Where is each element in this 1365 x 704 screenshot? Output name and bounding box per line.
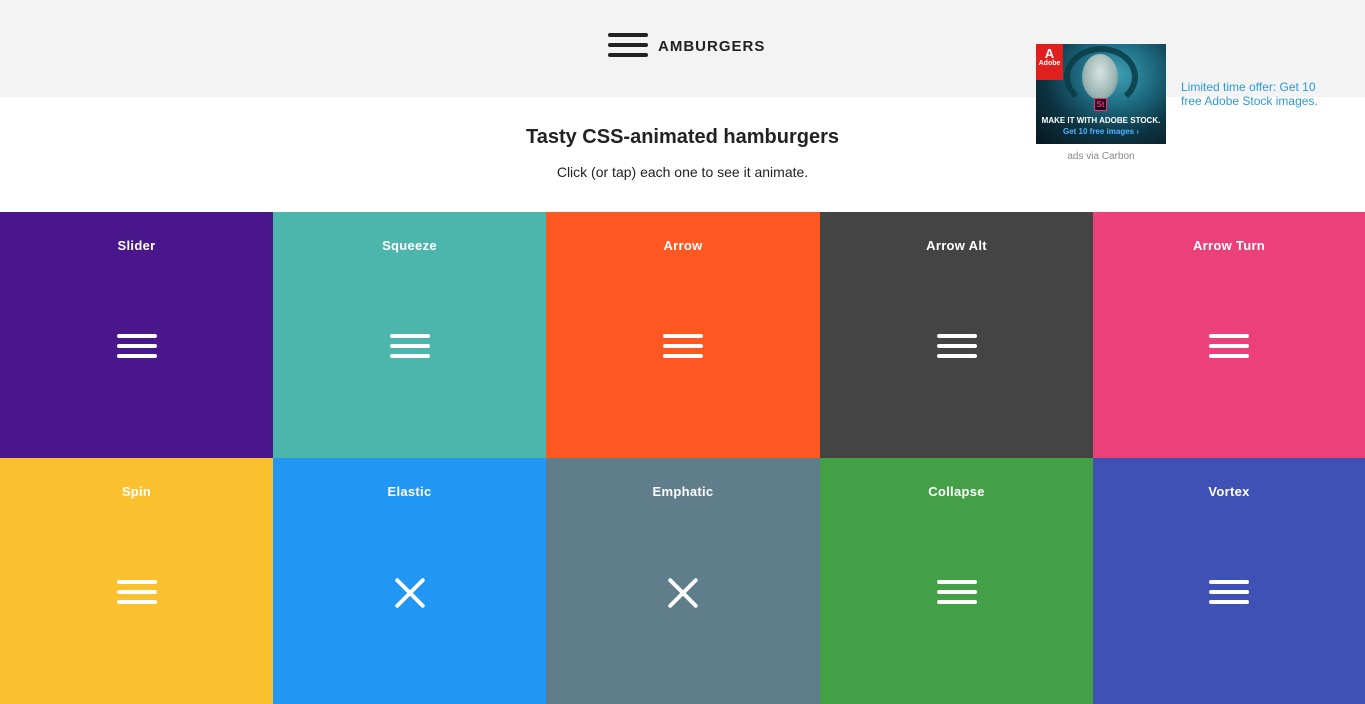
- ad-photo-face: [1082, 54, 1118, 100]
- burger-line: [1209, 344, 1249, 348]
- tile-label: Slider: [117, 238, 156, 253]
- hamburger-tile-emphatic[interactable]: Emphatic: [546, 458, 820, 704]
- site-logo[interactable]: AMBURGERS: [608, 33, 765, 59]
- tile-label: Arrow Turn: [1192, 238, 1266, 253]
- hamburger-menu-icon[interactable]: [936, 334, 977, 360]
- hamburger-menu-icon[interactable]: [116, 334, 157, 360]
- tile-label: Elastic: [387, 484, 432, 499]
- hamburger-tile-slider[interactable]: Slider: [0, 212, 273, 458]
- burger-line: [116, 354, 157, 358]
- burger-line: [663, 334, 703, 338]
- burger-line: [1209, 590, 1249, 594]
- burger-line: [663, 344, 703, 348]
- hamburger-logo-icon: [608, 33, 648, 59]
- hamburger-tile-squeeze[interactable]: Squeeze: [273, 212, 546, 458]
- tile-label: Vortex: [1208, 484, 1250, 499]
- hamburger-menu-icon[interactable]: [936, 580, 977, 606]
- hamburger-tile-collapse[interactable]: Collapse: [820, 458, 1093, 704]
- burger-line: [936, 334, 977, 338]
- hamburger-tile-elastic[interactable]: Elastic: [273, 458, 546, 704]
- page-subtitle: Click (or tap) each one to see it animat…: [556, 164, 809, 180]
- tile-label: Arrow: [663, 238, 703, 253]
- adobe-stock-icon: St: [1094, 98, 1107, 111]
- tile-label: Emphatic: [652, 484, 714, 499]
- burger-line: [116, 600, 157, 604]
- burger-line: [936, 354, 977, 358]
- tile-label: Collapse: [928, 484, 985, 499]
- hamburger-tile-spin[interactable]: Spin: [0, 458, 273, 704]
- burger-line: [389, 354, 430, 358]
- hamburger-menu-icon[interactable]: [1209, 334, 1249, 360]
- burger-line: [936, 590, 977, 594]
- burger-line: [389, 334, 430, 338]
- adobe-badge-text: Adobe: [1038, 60, 1061, 67]
- burger-line: [116, 344, 157, 348]
- logo-icon-bar: [608, 43, 648, 47]
- hamburger-close-icon[interactable]: [663, 577, 703, 609]
- adobe-logo-badge: A Adobe: [1036, 44, 1063, 80]
- burger-line: [1209, 334, 1249, 338]
- burger-line: [116, 580, 157, 584]
- burger-line: [1209, 580, 1249, 584]
- adobe-a-icon: A: [1044, 46, 1055, 61]
- hamburger-menu-icon[interactable]: [1209, 580, 1249, 606]
- ad-image-cta: Get 10 free images ›: [1062, 127, 1140, 136]
- logo-text: AMBURGERS: [658, 37, 766, 55]
- ads-via-carbon-link[interactable]: ads via Carbon: [1036, 151, 1166, 162]
- carbon-ad-image[interactable]: A Adobe St MAKE IT WITH ADOBE STOCK. Get…: [1036, 44, 1166, 144]
- hamburger-tile-arrow[interactable]: Arrow: [546, 212, 820, 458]
- hamburger-tile-arrow-turn[interactable]: Arrow Turn: [1093, 212, 1365, 458]
- hamburger-grid: Slider Squeeze Arrow Arrow Alt Arrow Tur…: [0, 212, 1365, 704]
- carbon-ad-text-link[interactable]: Limited time offer: Get 10 free Adobe St…: [1181, 80, 1331, 108]
- burger-line: [116, 334, 157, 338]
- hamburger-close-icon[interactable]: [390, 577, 430, 609]
- hamburger-menu-icon[interactable]: [116, 580, 157, 606]
- tile-label: Squeeze: [382, 238, 437, 253]
- burger-line: [1209, 354, 1249, 358]
- hamburger-tile-vortex[interactable]: Vortex: [1093, 458, 1365, 704]
- burger-line: [663, 354, 703, 358]
- tile-label: Spin: [121, 484, 152, 499]
- burger-line: [936, 600, 977, 604]
- burger-line: [936, 580, 977, 584]
- burger-line: [1209, 600, 1249, 604]
- burger-line: [936, 344, 977, 348]
- hamburger-menu-icon[interactable]: [663, 334, 703, 360]
- tile-label: Arrow Alt: [926, 238, 987, 253]
- hamburger-menu-icon[interactable]: [389, 334, 430, 360]
- logo-icon-bar: [608, 53, 648, 57]
- ad-image-headline: MAKE IT WITH ADOBE STOCK.: [1041, 116, 1161, 125]
- logo-icon-bar: [608, 33, 648, 37]
- hamburger-tile-arrow-alt[interactable]: Arrow Alt: [820, 212, 1093, 458]
- burger-line: [116, 590, 157, 594]
- burger-line: [389, 344, 430, 348]
